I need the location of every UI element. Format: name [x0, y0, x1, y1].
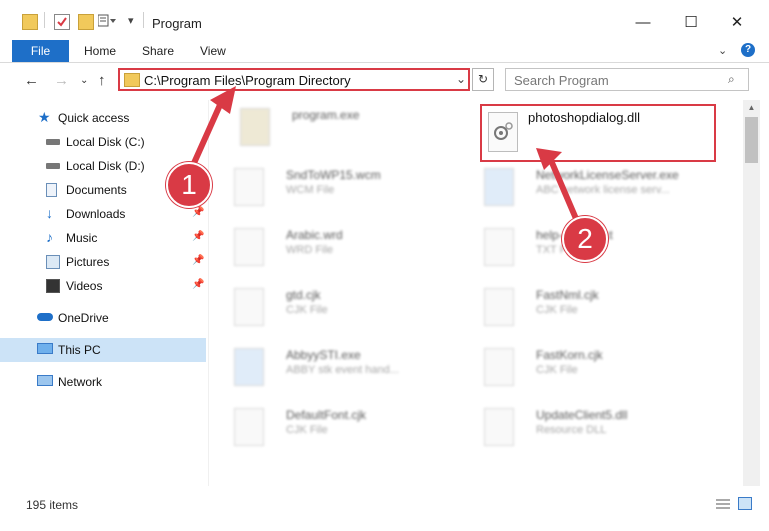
callout-badge-1: 1: [166, 162, 212, 208]
status-bar: 195 items: [0, 490, 769, 520]
arrow-head-1: [210, 86, 236, 114]
annotation-arrows: [187, 86, 583, 231]
details-view-icon[interactable]: [716, 498, 730, 510]
tiles-view-icon[interactable]: [738, 497, 752, 510]
arrow-head-2: [536, 148, 562, 170]
callout-badge-2: 2: [562, 216, 608, 262]
item-count: 195 items: [26, 498, 79, 512]
